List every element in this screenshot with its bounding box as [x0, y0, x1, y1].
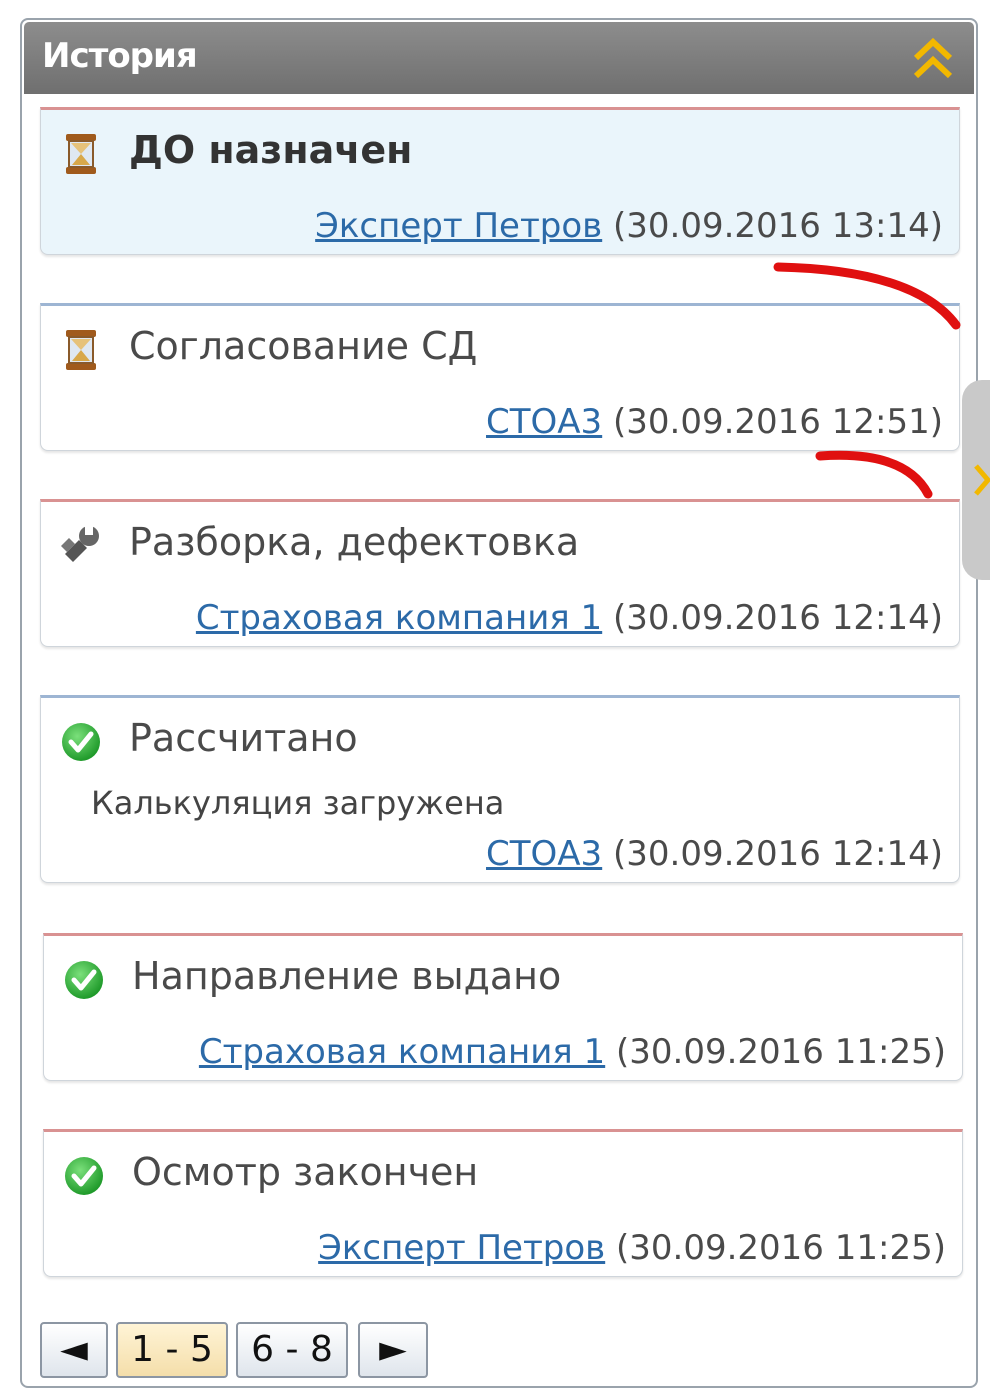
actor-link[interactable]: СТОА3 [486, 834, 602, 874]
actor-link[interactable]: Страховая компания 1 [199, 1032, 605, 1072]
prev-page-button[interactable]: ◄ [40, 1322, 108, 1378]
hourglass-icon [66, 330, 96, 370]
panel-title: История [42, 36, 198, 76]
history-item: Рассчитано Калькуляция загружена СТОА3 (… [40, 695, 960, 883]
page-button-1-5[interactable]: 1 - 5 [116, 1322, 228, 1378]
check-icon [62, 723, 100, 761]
check-icon [65, 961, 103, 999]
meta-line: Страховая компания 1 (30.09.2016 12:14) [196, 598, 943, 638]
meta-line: СТОА3 (30.09.2016 12:51) [486, 402, 943, 442]
hourglass-icon [66, 134, 96, 174]
meta-line: Страховая компания 1 (30.09.2016 11:25) [199, 1032, 946, 1072]
actor-link[interactable]: Эксперт Петров [318, 1228, 605, 1268]
chevron-right-icon [974, 464, 990, 496]
history-item: Разборка, дефектовка Страховая компания … [40, 499, 960, 647]
history-item: Осмотр закончен Эксперт Петров (30.09.20… [43, 1129, 963, 1277]
actor-link[interactable]: СТОА3 [486, 402, 602, 442]
history-item: ДО назначен Эксперт Петров (30.09.2016 1… [40, 107, 960, 255]
meta-line: Эксперт Петров (30.09.2016 11:25) [318, 1228, 946, 1268]
side-expand-tab[interactable] [962, 380, 990, 580]
status-title: Разборка, дефектовка [129, 520, 580, 564]
history-item: Направление выдано Страховая компания 1 … [43, 933, 963, 1081]
status-title: ДО назначен [129, 128, 413, 172]
wrench-icon [61, 526, 99, 562]
actor-link[interactable]: Эксперт Петров [315, 206, 602, 246]
status-title: Направление выдано [132, 954, 562, 998]
datetime: (30.09.2016 13:14) [613, 206, 943, 246]
datetime: (30.09.2016 12:14) [613, 598, 943, 638]
status-title: Осмотр закончен [132, 1150, 479, 1194]
actor-link[interactable]: Страховая компания 1 [196, 598, 602, 638]
datetime: (30.09.2016 12:14) [613, 834, 943, 874]
page-button-6-8[interactable]: 6 - 8 [236, 1322, 348, 1378]
meta-line: СТОА3 (30.09.2016 12:14) [486, 834, 943, 874]
status-note: Калькуляция загружена [91, 784, 505, 822]
datetime: (30.09.2016 11:25) [616, 1228, 946, 1268]
next-page-button[interactable]: ► [358, 1322, 428, 1378]
check-icon [65, 1157, 103, 1195]
status-title: Согласование СД [129, 324, 478, 368]
datetime: (30.09.2016 12:51) [613, 402, 943, 442]
history-item: Согласование СД СТОА3 (30.09.2016 12:51) [40, 303, 960, 451]
datetime: (30.09.2016 11:25) [616, 1032, 946, 1072]
status-title: Рассчитано [129, 716, 358, 760]
collapse-icon[interactable] [910, 32, 956, 84]
panel-header: История [24, 22, 974, 94]
meta-line: Эксперт Петров (30.09.2016 13:14) [315, 206, 943, 246]
